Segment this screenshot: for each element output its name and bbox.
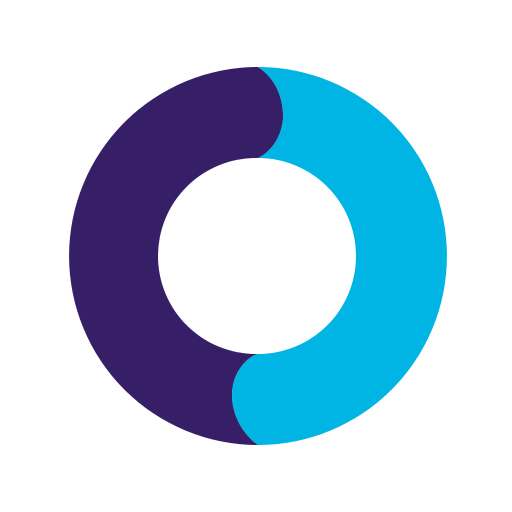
app-icon-canvas [0,0,512,512]
two-tone-ring-logo-icon [69,67,447,445]
ring-center-hole [158,158,354,354]
